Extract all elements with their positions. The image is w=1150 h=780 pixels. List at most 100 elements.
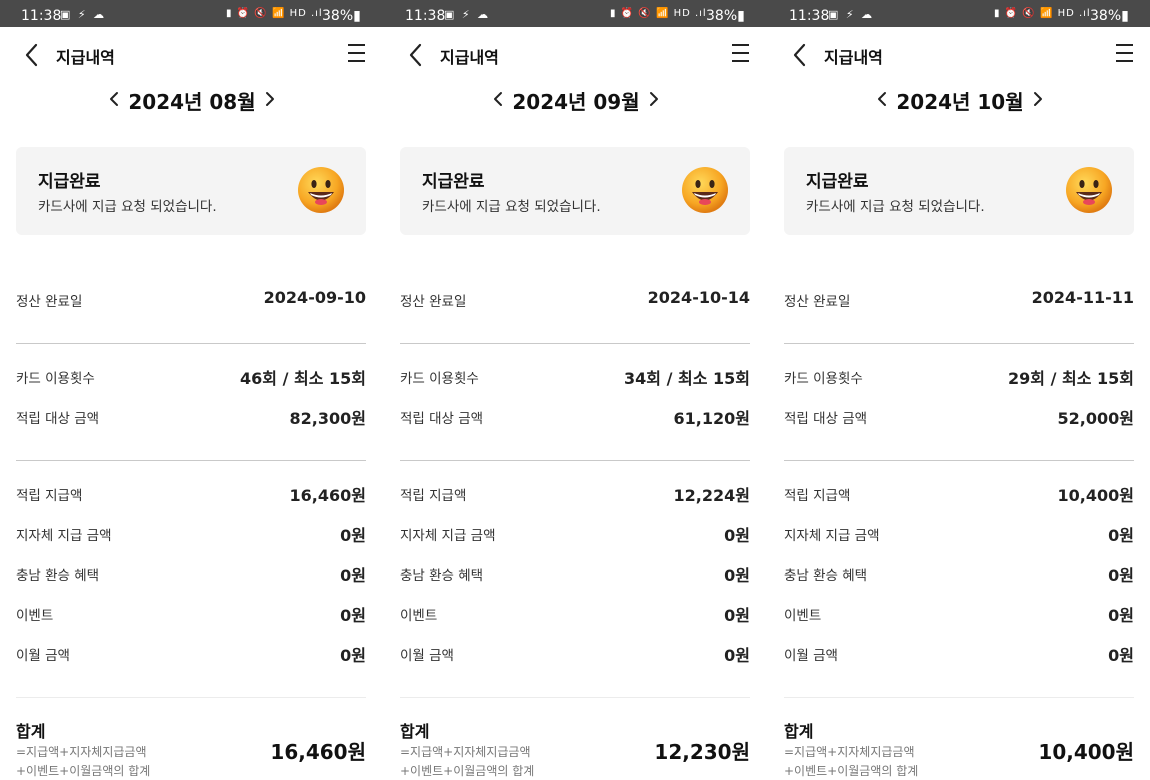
event-value: 0원 <box>1108 606 1134 625</box>
status-description: 카드사에 지급 요청 되었습니다. <box>38 199 217 215</box>
back-arrow-icon[interactable] <box>22 42 42 68</box>
card-uses-row: 카드 이용횟수 29회 / 최소 15회 <box>784 364 1134 388</box>
status-description: 카드사에 지급 요청 되었습니다. <box>806 199 985 215</box>
month-label: 2024년 08월 <box>128 90 256 114</box>
total-formula-line1: =지급액+지자체지급금액 <box>16 745 147 759</box>
event-label: 이벤트 <box>784 608 822 624</box>
page-title: 지급내역 <box>440 48 499 67</box>
hamburger-menu-icon[interactable] <box>1116 44 1134 64</box>
event-value: 0원 <box>340 606 366 625</box>
card-uses-value: 29회 / 최소 15회 <box>1008 369 1134 388</box>
chevron-left-icon[interactable] <box>490 89 506 109</box>
settle-date-value: 2024-10-14 <box>647 288 750 307</box>
carryover-value: 0원 <box>1108 646 1134 665</box>
back-arrow-icon[interactable] <box>790 42 810 68</box>
local-gov-value: 0원 <box>1108 526 1134 545</box>
accrual-base-label: 적립 대상 금액 <box>784 411 868 427</box>
carryover-label: 이월 금액 <box>784 648 838 664</box>
local-gov-row: 지자체 지급 금액 0원 <box>400 521 750 545</box>
total-label: 합계 <box>16 722 46 741</box>
chungnam-row: 충남 환승 혜택 0원 <box>784 561 1134 585</box>
chevron-right-icon[interactable] <box>1030 89 1046 109</box>
event-label: 이벤트 <box>400 608 438 624</box>
month-navigator: 2024년 08월 <box>0 84 384 114</box>
status-description: 카드사에 지급 요청 되었습니다. <box>422 199 601 215</box>
accrual-base-value: 52,000원 <box>1057 409 1134 428</box>
accrual-paid-row: 적립 지급액 12,224원 <box>400 481 750 505</box>
system-status-icons: ▮ ⏰ 🔇 📶 HD .ıl <box>994 8 1091 19</box>
payment-status-card: 지급완료 카드사에 지급 요청 되었습니다. <box>16 147 366 235</box>
page-title: 지급내역 <box>56 48 115 67</box>
carryover-row: 이월 금액 0원 <box>16 641 366 665</box>
total-value: 16,460원 <box>270 740 366 764</box>
carryover-row: 이월 금액 0원 <box>784 641 1134 665</box>
battery-indicator: 38%▮ <box>1090 8 1129 24</box>
local-gov-row: 지자체 지급 금액 0원 <box>16 521 366 545</box>
card-uses-value: 34회 / 최소 15회 <box>624 369 750 388</box>
hamburger-menu-icon[interactable] <box>732 44 750 64</box>
chevron-left-icon[interactable] <box>106 89 122 109</box>
chevron-left-icon[interactable] <box>874 89 890 109</box>
local-gov-value: 0원 <box>340 526 366 545</box>
total-label: 합계 <box>784 722 814 741</box>
chungnam-label: 충남 환승 혜택 <box>784 568 868 584</box>
card-uses-row: 카드 이용횟수 34회 / 최소 15회 <box>400 364 750 388</box>
month-navigator: 2024년 09월 <box>384 84 768 114</box>
total-section: 합계 =지급액+지자체지급금액 +이벤트+이월금액의 합계 12,230원 <box>400 718 750 780</box>
carryover-row: 이월 금액 0원 <box>400 641 750 665</box>
divider <box>400 460 750 461</box>
total-value: 10,400원 <box>1038 740 1134 764</box>
month-navigator: 2024년 10월 <box>768 84 1150 114</box>
chungnam-value: 0원 <box>1108 566 1134 585</box>
divider <box>784 460 1134 461</box>
status-title: 지급완료 <box>806 172 869 192</box>
divider <box>16 343 366 344</box>
local-gov-value: 0원 <box>724 526 750 545</box>
hamburger-menu-icon[interactable] <box>348 44 366 64</box>
app-header: 지급내역 <box>384 27 768 83</box>
chungnam-row: 충남 환승 혜택 0원 <box>16 561 366 585</box>
status-title: 지급완료 <box>422 172 485 192</box>
settle-date-label: 정산 완료일 <box>400 294 467 310</box>
local-gov-label: 지자체 지급 금액 <box>784 528 880 544</box>
card-uses-label: 카드 이용횟수 <box>784 371 863 387</box>
smiley-face-icon <box>1064 165 1114 215</box>
system-status-icons: ▮ ⏰ 🔇 📶 HD .ıl <box>610 8 707 19</box>
chungnam-label: 충남 환승 혜택 <box>16 568 100 584</box>
settle-date-label: 정산 완료일 <box>784 294 851 310</box>
accrual-paid-label: 적립 지급액 <box>400 488 467 504</box>
divider <box>400 697 750 698</box>
settle-date-row: 정산 완료일 2024-09-10 <box>16 287 366 311</box>
screens-container: 11:38 ▣ ⚡ ☁ ▮ ⏰ 🔇 📶 HD .ıl 38%▮ 지급내역 202… <box>0 0 1150 780</box>
phone-screen: 11:38 ▣ ⚡ ☁ ▮ ⏰ 🔇 📶 HD .ıl 38%▮ 지급내역 202… <box>0 0 384 780</box>
total-value: 12,230원 <box>654 740 750 764</box>
event-row: 이벤트 0원 <box>400 601 750 625</box>
phone-screen: 11:38 ▣ ⚡ ☁ ▮ ⏰ 🔇 📶 HD .ıl 38%▮ 지급내역 202… <box>768 0 1150 780</box>
app-header: 지급내역 <box>768 27 1150 83</box>
chevron-right-icon[interactable] <box>262 89 278 109</box>
card-uses-value: 46회 / 최소 15회 <box>240 369 366 388</box>
divider <box>400 343 750 344</box>
app-header: 지급내역 <box>0 27 384 83</box>
chevron-right-icon[interactable] <box>646 89 662 109</box>
accrual-base-row: 적립 대상 금액 61,120원 <box>400 404 750 428</box>
local-gov-row: 지자체 지급 금액 0원 <box>784 521 1134 545</box>
event-value: 0원 <box>724 606 750 625</box>
chungnam-value: 0원 <box>724 566 750 585</box>
accrual-paid-value: 10,400원 <box>1057 486 1134 505</box>
event-label: 이벤트 <box>16 608 54 624</box>
carryover-label: 이월 금액 <box>16 648 70 664</box>
back-arrow-icon[interactable] <box>406 42 426 68</box>
local-gov-label: 지자체 지급 금액 <box>16 528 112 544</box>
settle-date-row: 정산 완료일 2024-11-11 <box>784 287 1134 311</box>
accrual-base-row: 적립 대상 금액 52,000원 <box>784 404 1134 428</box>
total-formula-line2: +이벤트+이월금액의 합계 <box>400 764 535 778</box>
carryover-value: 0원 <box>340 646 366 665</box>
settle-date-row: 정산 완료일 2024-10-14 <box>400 287 750 311</box>
total-label: 합계 <box>400 722 430 741</box>
accrual-base-label: 적립 대상 금액 <box>400 411 484 427</box>
status-title: 지급완료 <box>38 172 101 192</box>
total-formula-line2: +이벤트+이월금액의 합계 <box>16 764 151 778</box>
divider <box>16 697 366 698</box>
total-section: 합계 =지급액+지자체지급금액 +이벤트+이월금액의 합계 10,400원 <box>784 718 1134 780</box>
